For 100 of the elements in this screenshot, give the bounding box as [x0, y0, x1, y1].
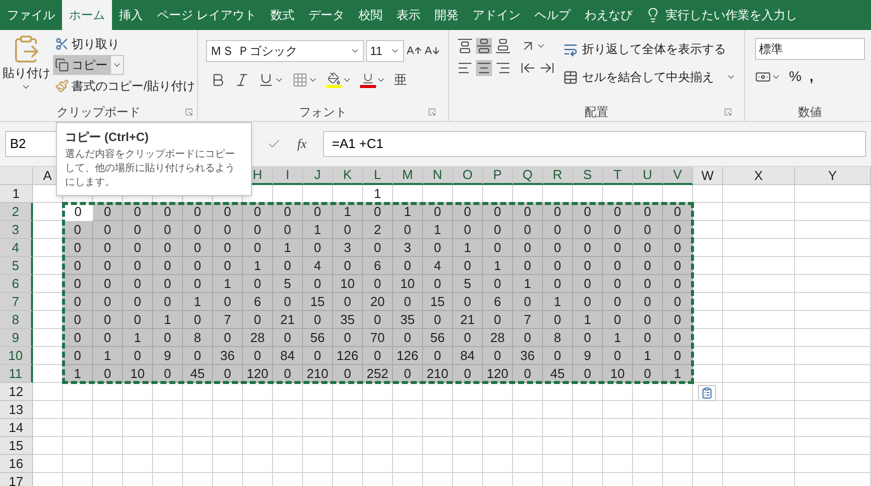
dialog-launcher-icon[interactable] [724, 108, 732, 116]
empty-cell[interactable] [453, 455, 483, 473]
ribbon-tab[interactable]: 表示 [389, 0, 428, 30]
empty-cell[interactable] [93, 419, 123, 437]
table-cell[interactable]: 0 [423, 239, 453, 257]
empty-cell[interactable] [393, 455, 423, 473]
empty-cell[interactable] [153, 401, 183, 419]
underline-icon[interactable] [258, 72, 274, 88]
empty-cell[interactable] [423, 383, 453, 401]
top-align-icon[interactable] [457, 38, 473, 54]
empty-cell[interactable] [573, 383, 603, 401]
empty-cell[interactable] [393, 437, 423, 455]
table-cell[interactable]: 0 [483, 221, 513, 239]
empty-cell[interactable] [633, 437, 663, 455]
table-cell[interactable]: 28 [243, 329, 273, 347]
table-cell[interactable]: 3 [333, 239, 363, 257]
table-cell[interactable]: 0 [63, 221, 93, 239]
table-cell[interactable]: 21 [453, 311, 483, 329]
empty-cell[interactable] [663, 437, 693, 455]
empty-cell[interactable] [795, 257, 871, 275]
middle-align-icon[interactable] [476, 38, 492, 54]
empty-cell[interactable] [633, 383, 663, 401]
table-cell[interactable]: 1 [423, 221, 453, 239]
table-cell[interactable]: 0 [663, 239, 693, 257]
table-cell[interactable]: 0 [93, 239, 123, 257]
column-header[interactable]: M [393, 167, 423, 185]
empty-cell[interactable] [333, 401, 363, 419]
empty-cell[interactable] [483, 419, 513, 437]
empty-cell[interactable] [795, 455, 871, 473]
table-cell[interactable]: 70 [363, 329, 393, 347]
table-cell[interactable]: 0 [153, 239, 183, 257]
empty-cell[interactable] [153, 455, 183, 473]
empty-cell[interactable] [795, 401, 871, 419]
row-header[interactable]: 11 [0, 365, 33, 383]
table-cell[interactable]: 0 [243, 347, 273, 365]
table-cell[interactable]: 0 [153, 257, 183, 275]
table-cell[interactable]: 10 [603, 365, 633, 383]
table-cell[interactable]: 0 [513, 293, 543, 311]
table-cell[interactable]: 0 [63, 275, 93, 293]
empty-cell[interactable] [543, 383, 573, 401]
table-cell[interactable]: 0 [423, 311, 453, 329]
table-cell[interactable]: 0 [483, 347, 513, 365]
empty-cell[interactable] [183, 383, 213, 401]
table-cell[interactable]: 0 [153, 293, 183, 311]
table-cell[interactable]: 0 [213, 239, 243, 257]
empty-cell[interactable] [123, 383, 153, 401]
empty-cell[interactable] [723, 347, 795, 365]
table-cell[interactable]: 8 [543, 329, 573, 347]
empty-cell[interactable] [795, 347, 871, 365]
table-cell[interactable]: 0 [513, 203, 543, 221]
row-header[interactable]: 17 [0, 473, 33, 486]
table-cell[interactable]: 0 [663, 293, 693, 311]
table-cell[interactable]: 0 [573, 239, 603, 257]
table-cell[interactable]: 6 [483, 293, 513, 311]
table-cell[interactable]: 0 [513, 257, 543, 275]
table-cell[interactable]: 0 [213, 365, 243, 383]
table-cell[interactable]: 0 [573, 257, 603, 275]
empty-cell[interactable] [693, 419, 723, 437]
table-cell[interactable]: 0 [453, 257, 483, 275]
row-header[interactable]: 14 [0, 419, 33, 437]
empty-cell[interactable] [723, 185, 795, 203]
table-cell[interactable]: 0 [213, 329, 243, 347]
table-cell[interactable]: 0 [93, 221, 123, 239]
table-cell[interactable]: 0 [93, 311, 123, 329]
table-cell[interactable]: 252 [363, 365, 393, 383]
empty-cell[interactable] [723, 383, 795, 401]
empty-cell[interactable] [663, 383, 693, 401]
table-cell[interactable]: 0 [63, 329, 93, 347]
decrease-indent-icon[interactable] [520, 60, 536, 76]
table-cell[interactable]: 0 [123, 203, 153, 221]
table-cell[interactable]: 0 [93, 329, 123, 347]
table-cell[interactable]: 0 [573, 275, 603, 293]
table-cell[interactable]: 1 [513, 275, 543, 293]
table-cell[interactable]: 56 [303, 329, 333, 347]
table-cell[interactable]: 0 [183, 203, 213, 221]
insert-function-button[interactable]: fx [287, 134, 317, 154]
table-cell[interactable]: 1 [453, 239, 483, 257]
empty-cell[interactable] [363, 401, 393, 419]
table-cell[interactable]: 5 [273, 275, 303, 293]
empty-cell[interactable] [273, 455, 303, 473]
empty-cell[interactable] [123, 437, 153, 455]
empty-cell[interactable] [393, 401, 423, 419]
table-cell[interactable]: 126 [393, 347, 423, 365]
empty-cell[interactable] [795, 329, 871, 347]
table-cell[interactable]: 0 [453, 365, 483, 383]
table-cell[interactable]: 0 [453, 293, 483, 311]
table-cell[interactable]: 0 [603, 311, 633, 329]
column-header[interactable]: Q [513, 167, 543, 185]
table-cell[interactable]: 0 [573, 221, 603, 239]
empty-cell[interactable] [513, 401, 543, 419]
empty-cell[interactable] [603, 419, 633, 437]
table-cell[interactable]: 7 [213, 311, 243, 329]
table-cell[interactable]: 0 [453, 203, 483, 221]
empty-cell[interactable] [723, 455, 795, 473]
table-cell[interactable]: 1 [213, 275, 243, 293]
table-cell[interactable]: 9 [573, 347, 603, 365]
table-cell[interactable]: 84 [453, 347, 483, 365]
table-cell[interactable]: 15 [423, 293, 453, 311]
empty-cell[interactable] [723, 275, 795, 293]
format-painter-button[interactable]: 書式のコピー/貼り付け [52, 76, 197, 96]
